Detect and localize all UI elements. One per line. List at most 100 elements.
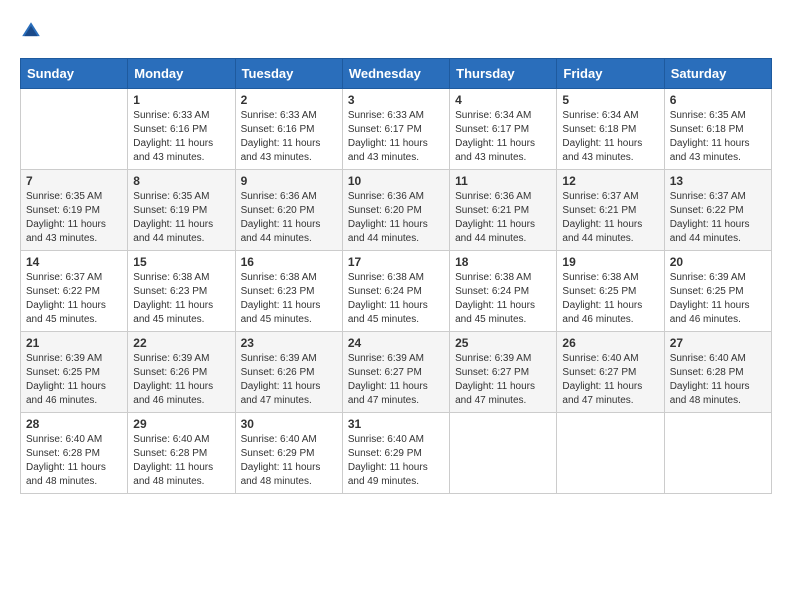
day-number: 20 bbox=[670, 255, 766, 269]
calendar-cell: 6 Sunrise: 6:35 AMSunset: 6:18 PMDaylight… bbox=[664, 89, 771, 170]
cell-details: Sunrise: 6:34 AMSunset: 6:18 PMDaylight:… bbox=[562, 109, 658, 165]
calendar-cell: 4Sunrise: 6:34 AMSunset: 6:17 PMDaylight… bbox=[450, 89, 557, 170]
weekday-header-tuesday: Tuesday bbox=[235, 59, 342, 89]
day-number: 15 bbox=[133, 255, 229, 269]
day-number: 1 bbox=[133, 93, 229, 107]
day-number: 6 bbox=[670, 93, 766, 107]
weekday-header-saturday: Saturday bbox=[664, 59, 771, 89]
day-number: 25 bbox=[455, 336, 551, 350]
cell-details: Sunrise: 6:34 AMSunset: 6:17 PMDaylight:… bbox=[455, 109, 551, 165]
cell-details: Sunrise: 6:36 AMSunset: 6:20 PMDaylight:… bbox=[241, 190, 337, 246]
calendar-week-row: 21Sunrise: 6:39 AMSunset: 6:25 PMDayligh… bbox=[21, 332, 772, 413]
page-header bbox=[20, 20, 772, 42]
weekday-header-monday: Monday bbox=[128, 59, 235, 89]
calendar-table: SundayMondayTuesdayWednesdayThursdayFrid… bbox=[20, 58, 772, 494]
weekday-header-row: SundayMondayTuesdayWednesdayThursdayFrid… bbox=[21, 59, 772, 89]
calendar-cell: 25 Sunrise: 6:39 AMSunset: 6:27 PMDayligh… bbox=[450, 332, 557, 413]
calendar-cell: 11 Sunrise: 6:36 AMSunset: 6:21 PMDayligh… bbox=[450, 170, 557, 251]
day-number: 5 bbox=[562, 93, 658, 107]
calendar-cell bbox=[664, 413, 771, 494]
day-number: 12 bbox=[562, 174, 658, 188]
calendar-week-row: 28Sunrise: 6:40 AMSunset: 6:28 PMDayligh… bbox=[21, 413, 772, 494]
logo bbox=[20, 20, 46, 42]
calendar-cell: 31 Sunrise: 6:40 AMSunset: 6:29 PMDayligh… bbox=[342, 413, 449, 494]
day-number: 7 bbox=[26, 174, 122, 188]
calendar-cell: 19 Sunrise: 6:38 AMSunset: 6:25 PMDayligh… bbox=[557, 251, 664, 332]
calendar-cell: 2Sunrise: 6:33 AMSunset: 6:16 PMDaylight… bbox=[235, 89, 342, 170]
calendar-cell: 28Sunrise: 6:40 AMSunset: 6:28 PMDayligh… bbox=[21, 413, 128, 494]
cell-details: Sunrise: 6:33 AMSunset: 6:16 PMDaylight:… bbox=[133, 109, 229, 165]
cell-details: Sunrise: 6:39 AMSunset: 6:27 PMDaylight:… bbox=[455, 352, 551, 408]
cell-details: Sunrise: 6:37 AMSunset: 6:21 PMDaylight:… bbox=[562, 190, 658, 246]
calendar-cell: 13 Sunrise: 6:37 AMSunset: 6:22 PMDayligh… bbox=[664, 170, 771, 251]
cell-details: Sunrise: 6:38 AMSunset: 6:24 PMDaylight:… bbox=[348, 271, 444, 327]
day-number: 17 bbox=[348, 255, 444, 269]
calendar-cell: 14 Sunrise: 6:37 AMSunset: 6:22 PMDayligh… bbox=[21, 251, 128, 332]
cell-details: Sunrise: 6:37 AMSunset: 6:22 PMDaylight:… bbox=[670, 190, 766, 246]
day-number: 19 bbox=[562, 255, 658, 269]
calendar-cell: 17 Sunrise: 6:38 AMSunset: 6:24 PMDayligh… bbox=[342, 251, 449, 332]
calendar-week-row: 7 Sunrise: 6:35 AMSunset: 6:19 PMDaylight… bbox=[21, 170, 772, 251]
calendar-cell: 8 Sunrise: 6:35 AMSunset: 6:19 PMDaylight… bbox=[128, 170, 235, 251]
day-number: 18 bbox=[455, 255, 551, 269]
cell-details: Sunrise: 6:39 AMSunset: 6:26 PMDaylight:… bbox=[241, 352, 337, 408]
weekday-header-sunday: Sunday bbox=[21, 59, 128, 89]
cell-details: Sunrise: 6:36 AMSunset: 6:20 PMDaylight:… bbox=[348, 190, 444, 246]
calendar-cell: 20 Sunrise: 6:39 AMSunset: 6:25 PMDayligh… bbox=[664, 251, 771, 332]
calendar-cell: 29 Sunrise: 6:40 AMSunset: 6:28 PMDayligh… bbox=[128, 413, 235, 494]
cell-details: Sunrise: 6:38 AMSunset: 6:24 PMDaylight:… bbox=[455, 271, 551, 327]
calendar-cell: 16 Sunrise: 6:38 AMSunset: 6:23 PMDayligh… bbox=[235, 251, 342, 332]
cell-details: Sunrise: 6:35 AMSunset: 6:18 PMDaylight:… bbox=[670, 109, 766, 165]
day-number: 24 bbox=[348, 336, 444, 350]
cell-details: Sunrise: 6:35 AMSunset: 6:19 PMDaylight:… bbox=[133, 190, 229, 246]
calendar-cell: 26 Sunrise: 6:40 AMSunset: 6:27 PMDayligh… bbox=[557, 332, 664, 413]
day-number: 3 bbox=[348, 93, 444, 107]
calendar-cell: 12 Sunrise: 6:37 AMSunset: 6:21 PMDayligh… bbox=[557, 170, 664, 251]
cell-details: Sunrise: 6:40 AMSunset: 6:29 PMDaylight:… bbox=[348, 433, 444, 489]
cell-details: Sunrise: 6:39 AMSunset: 6:27 PMDaylight:… bbox=[348, 352, 444, 408]
cell-details: Sunrise: 6:40 AMSunset: 6:28 PMDaylight:… bbox=[26, 433, 122, 489]
day-number: 16 bbox=[241, 255, 337, 269]
calendar-cell: 9 Sunrise: 6:36 AMSunset: 6:20 PMDaylight… bbox=[235, 170, 342, 251]
day-number: 29 bbox=[133, 417, 229, 431]
day-number: 14 bbox=[26, 255, 122, 269]
cell-details: Sunrise: 6:33 AMSunset: 6:16 PMDaylight:… bbox=[241, 109, 337, 165]
calendar-cell bbox=[450, 413, 557, 494]
calendar-cell: 27Sunrise: 6:40 AMSunset: 6:28 PMDayligh… bbox=[664, 332, 771, 413]
cell-details: Sunrise: 6:40 AMSunset: 6:28 PMDaylight:… bbox=[133, 433, 229, 489]
weekday-header-thursday: Thursday bbox=[450, 59, 557, 89]
day-number: 22 bbox=[133, 336, 229, 350]
day-number: 23 bbox=[241, 336, 337, 350]
weekday-header-friday: Friday bbox=[557, 59, 664, 89]
calendar-week-row: 14 Sunrise: 6:37 AMSunset: 6:22 PMDayligh… bbox=[21, 251, 772, 332]
day-number: 10 bbox=[348, 174, 444, 188]
calendar-cell: 24 Sunrise: 6:39 AMSunset: 6:27 PMDayligh… bbox=[342, 332, 449, 413]
cell-details: Sunrise: 6:37 AMSunset: 6:22 PMDaylight:… bbox=[26, 271, 122, 327]
cell-details: Sunrise: 6:38 AMSunset: 6:25 PMDaylight:… bbox=[562, 271, 658, 327]
cell-details: Sunrise: 6:35 AMSunset: 6:19 PMDaylight:… bbox=[26, 190, 122, 246]
calendar-cell: 3Sunrise: 6:33 AMSunset: 6:17 PMDaylight… bbox=[342, 89, 449, 170]
calendar-cell bbox=[557, 413, 664, 494]
day-number: 21 bbox=[26, 336, 122, 350]
day-number: 11 bbox=[455, 174, 551, 188]
calendar-cell: 22Sunrise: 6:39 AMSunset: 6:26 PMDayligh… bbox=[128, 332, 235, 413]
day-number: 31 bbox=[348, 417, 444, 431]
calendar-cell: 10 Sunrise: 6:36 AMSunset: 6:20 PMDayligh… bbox=[342, 170, 449, 251]
calendar-cell: 23 Sunrise: 6:39 AMSunset: 6:26 PMDayligh… bbox=[235, 332, 342, 413]
calendar-cell: 1 Sunrise: 6:33 AMSunset: 6:16 PMDaylight… bbox=[128, 89, 235, 170]
day-number: 30 bbox=[241, 417, 337, 431]
calendar-cell: 7 Sunrise: 6:35 AMSunset: 6:19 PMDaylight… bbox=[21, 170, 128, 251]
cell-details: Sunrise: 6:40 AMSunset: 6:28 PMDaylight:… bbox=[670, 352, 766, 408]
day-number: 9 bbox=[241, 174, 337, 188]
calendar-cell: 5 Sunrise: 6:34 AMSunset: 6:18 PMDaylight… bbox=[557, 89, 664, 170]
cell-details: Sunrise: 6:40 AMSunset: 6:29 PMDaylight:… bbox=[241, 433, 337, 489]
calendar-cell: 15Sunrise: 6:38 AMSunset: 6:23 PMDayligh… bbox=[128, 251, 235, 332]
cell-details: Sunrise: 6:40 AMSunset: 6:27 PMDaylight:… bbox=[562, 352, 658, 408]
cell-details: Sunrise: 6:39 AMSunset: 6:25 PMDaylight:… bbox=[670, 271, 766, 327]
day-number: 8 bbox=[133, 174, 229, 188]
logo-icon bbox=[20, 20, 42, 42]
day-number: 26 bbox=[562, 336, 658, 350]
cell-details: Sunrise: 6:36 AMSunset: 6:21 PMDaylight:… bbox=[455, 190, 551, 246]
cell-details: Sunrise: 6:38 AMSunset: 6:23 PMDaylight:… bbox=[241, 271, 337, 327]
day-number: 13 bbox=[670, 174, 766, 188]
